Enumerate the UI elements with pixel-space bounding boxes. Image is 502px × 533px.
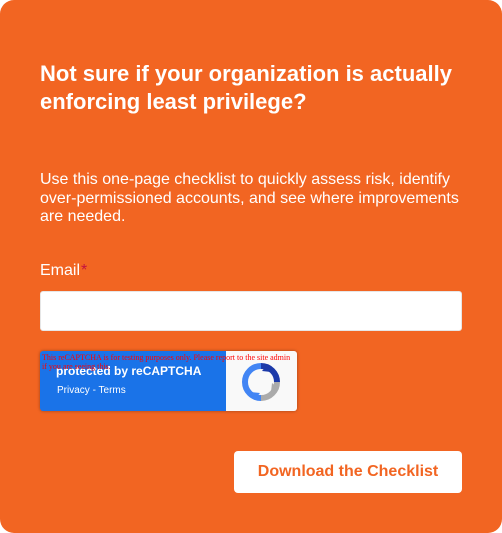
download-form-card: Not sure if your organization is actuall… xyxy=(0,0,502,533)
required-marker: * xyxy=(81,262,88,279)
recaptcha-privacy-link[interactable]: Privacy xyxy=(57,385,90,396)
recaptcha-links: Privacy - Terms xyxy=(57,385,126,396)
email-label: Email* xyxy=(40,262,87,280)
recaptcha-terms-link[interactable]: Terms xyxy=(99,385,126,396)
recaptcha-link-separator: - xyxy=(89,385,99,396)
email-input[interactable] xyxy=(40,291,462,331)
download-checklist-button[interactable]: Download the Checklist xyxy=(234,451,462,493)
recaptcha-badge[interactable]: This reCAPTCHA is for testing purposes o… xyxy=(40,351,297,411)
form-headline: Not sure if your organization is actuall… xyxy=(40,61,452,114)
email-label-text: Email xyxy=(40,262,81,279)
form-description: Use this one-page checklist to quickly a… xyxy=(40,171,459,225)
recaptcha-test-warning: This reCAPTCHA is for testing purposes o… xyxy=(42,353,291,371)
